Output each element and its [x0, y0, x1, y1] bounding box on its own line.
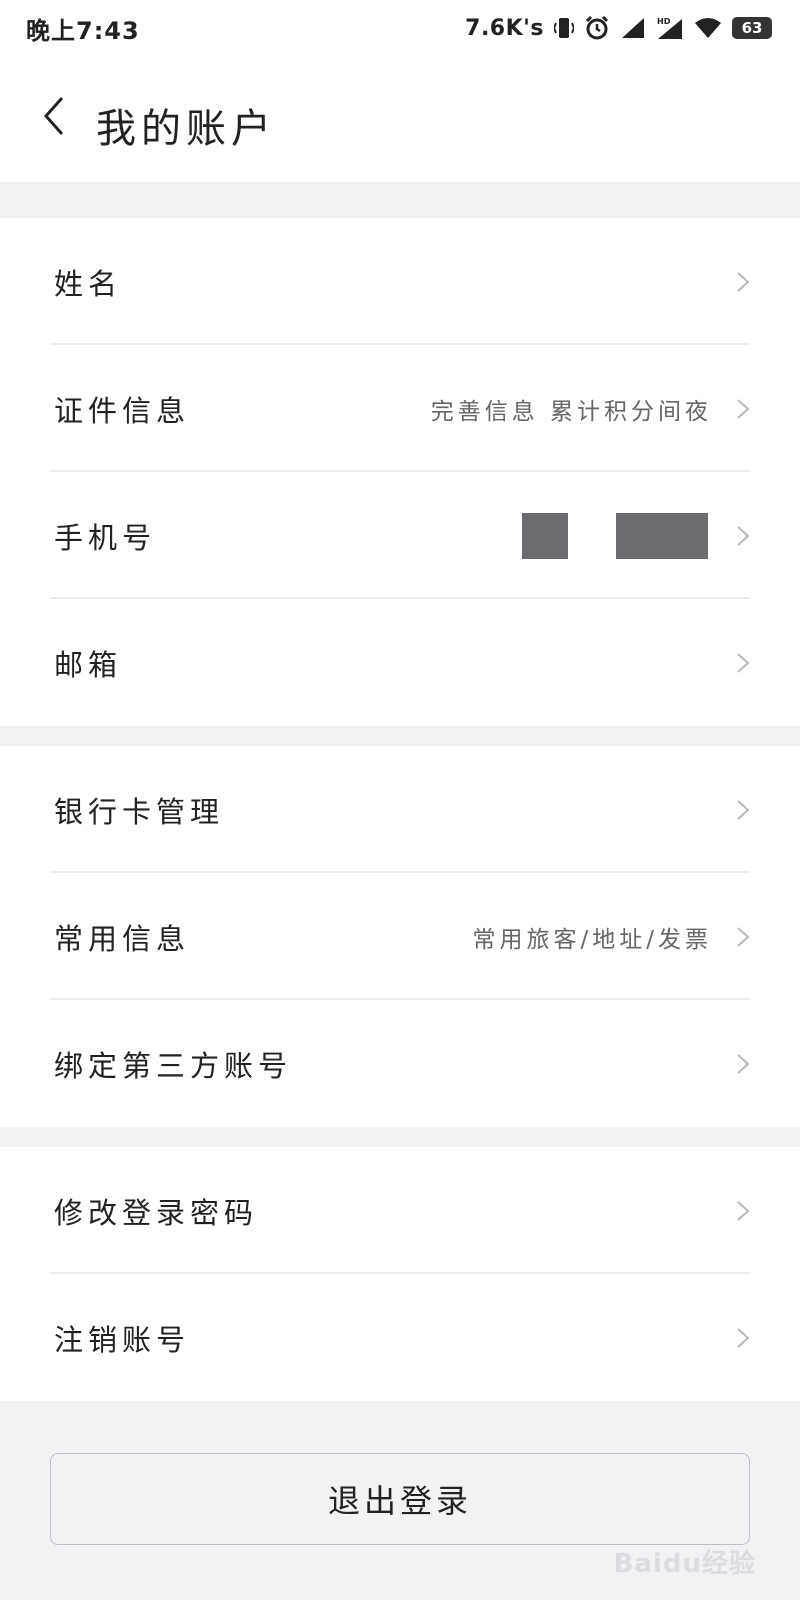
row-label: 修改登录密码 — [54, 1195, 259, 1230]
redaction-block — [616, 512, 708, 559]
chevron-right-icon — [736, 525, 750, 547]
chevron-right-icon — [736, 1327, 750, 1349]
chevron-right-icon — [736, 926, 750, 948]
vibrate-icon — [554, 16, 574, 40]
row-name[interactable]: 姓名 — [0, 218, 800, 345]
status-time: 晚上7:43 — [26, 16, 140, 45]
logout-button[interactable]: 退出登录 — [50, 1453, 750, 1545]
row-label: 常用信息 — [54, 921, 191, 956]
row-label: 证件信息 — [54, 393, 191, 428]
wifi-icon — [694, 17, 722, 39]
row-email[interactable]: 邮箱 — [0, 599, 800, 726]
page-title: 我的账户 — [96, 106, 276, 152]
signal-icon — [620, 16, 646, 40]
chevron-right-icon — [736, 1053, 750, 1075]
row-value: 完善信息 累计积分间夜 — [430, 398, 712, 425]
row-label: 注销账号 — [54, 1322, 191, 1357]
watermark-logo: Baidu经验 — [613, 1549, 756, 1579]
network-speed: 7.6K's — [465, 15, 544, 41]
redaction-block — [522, 512, 568, 559]
row-label: 姓名 — [54, 266, 123, 301]
row-label: 邮箱 — [54, 647, 123, 682]
chevron-right-icon — [736, 652, 750, 674]
row-third-party-accounts[interactable]: 绑定第三方账号 — [0, 1000, 800, 1127]
row-change-password[interactable]: 修改登录密码 — [0, 1147, 800, 1274]
page-header: 我的账户 — [0, 56, 800, 182]
row-phone[interactable]: 手机号 — [0, 472, 800, 599]
chevron-right-icon — [736, 799, 750, 821]
status-icons: 7.6K's HD 63 — [465, 15, 772, 41]
chevron-right-icon — [736, 1200, 750, 1222]
settings-group: 银行卡管理 常用信息 常用旅客/地址/发票 绑定第三方账号 — [0, 746, 800, 1127]
security-group: 修改登录密码 注销账号 — [0, 1147, 800, 1401]
chevron-left-icon — [43, 97, 64, 135]
masked-phone-number — [522, 512, 708, 559]
battery-icon: 63 — [732, 17, 772, 39]
chevron-right-icon — [736, 271, 750, 293]
back-button[interactable] — [36, 94, 72, 138]
row-label: 绑定第三方账号 — [54, 1048, 293, 1083]
account-info-group: 姓名 证件信息 完善信息 累计积分间夜 手机号 邮箱 — [0, 218, 800, 726]
svg-text:HD: HD — [657, 17, 671, 26]
row-delete-account[interactable]: 注销账号 — [0, 1274, 800, 1401]
row-id-info[interactable]: 证件信息 完善信息 累计积分间夜 — [0, 345, 800, 472]
status-bar: 晚上7:43 7.6K's HD 63 — [0, 0, 800, 56]
row-value: 常用旅客/地址/发票 — [472, 926, 712, 953]
chevron-right-icon — [736, 398, 750, 420]
row-label: 手机号 — [54, 520, 157, 555]
row-bank-cards[interactable]: 银行卡管理 — [0, 746, 800, 873]
row-common-info[interactable]: 常用信息 常用旅客/地址/发票 — [0, 873, 800, 1000]
row-label: 银行卡管理 — [54, 794, 225, 829]
hd-signal-icon: HD — [656, 15, 684, 41]
alarm-icon — [584, 15, 610, 41]
